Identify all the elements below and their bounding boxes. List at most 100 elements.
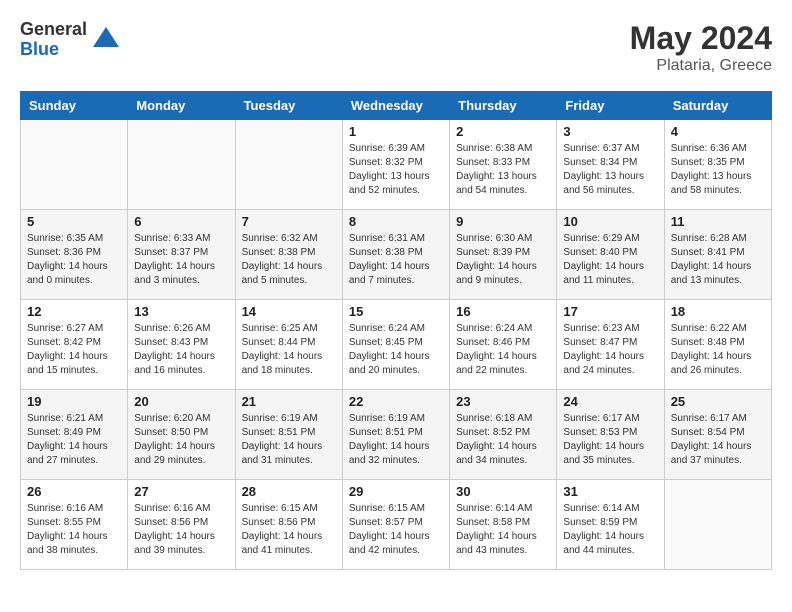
day-cell: 10 Sunrise: 6:29 AMSunset: 8:40 PMDayligh… xyxy=(557,210,664,300)
day-info: Sunrise: 6:28 AMSunset: 8:41 PMDaylight:… xyxy=(671,232,765,288)
day-header-saturday: Saturday xyxy=(664,92,771,120)
day-info: Sunrise: 6:16 AMSunset: 8:55 PMDaylight:… xyxy=(27,502,121,558)
day-info: Sunrise: 6:20 AMSunset: 8:50 PMDaylight:… xyxy=(134,412,228,468)
day-cell: 7Sunrise: 6:32 AMSunset: 8:38 PMDaylight… xyxy=(235,210,342,300)
day-info: Sunrise: 6:14 AMSunset: 8:58 PMDaylight:… xyxy=(456,502,550,558)
day-info: Sunrise: 6:31 AMSunset: 8:38 PMDaylight:… xyxy=(349,232,443,288)
day-cell: 21Sunrise: 6:19 AMSunset: 8:51 PMDayligh… xyxy=(235,390,342,480)
day-cell: 5 Sunrise: 6:35 AMSunset: 8:36 PMDaylight… xyxy=(21,210,128,300)
day-info: Sunrise: 6:19 AMSunset: 8:51 PMDaylight:… xyxy=(242,412,336,468)
day-cell: 20Sunrise: 6:20 AMSunset: 8:50 PMDayligh… xyxy=(128,390,235,480)
day-info: Sunrise: 6:36 AMSunset: 8:35 PMDaylight:… xyxy=(671,142,765,198)
day-number: 15 xyxy=(349,304,443,319)
day-number: 6 xyxy=(134,214,228,229)
day-info: Sunrise: 6:27 AMSunset: 8:42 PMDaylight:… xyxy=(27,322,121,378)
day-number: 25 xyxy=(671,394,765,409)
logo-icon xyxy=(91,25,121,55)
day-info: Sunrise: 6:21 AMSunset: 8:49 PMDaylight:… xyxy=(27,412,121,468)
day-info: Sunrise: 6:18 AMSunset: 8:52 PMDaylight:… xyxy=(456,412,550,468)
day-cell: 14Sunrise: 6:25 AMSunset: 8:44 PMDayligh… xyxy=(235,300,342,390)
day-cell: 27 Sunrise: 6:16 AMSunset: 8:56 PMDayligh… xyxy=(128,480,235,570)
day-info: Sunrise: 6:32 AMSunset: 8:38 PMDaylight:… xyxy=(242,232,336,288)
day-number: 23 xyxy=(456,394,550,409)
day-cell xyxy=(664,480,771,570)
day-header-sunday: Sunday xyxy=(21,92,128,120)
day-cell: 24 Sunrise: 6:17 AMSunset: 8:53 PMDayligh… xyxy=(557,390,664,480)
day-cell: 29Sunrise: 6:15 AMSunset: 8:57 PMDayligh… xyxy=(342,480,449,570)
day-number: 2 xyxy=(456,124,550,139)
day-info: Sunrise: 6:24 AMSunset: 8:45 PMDaylight:… xyxy=(349,322,443,378)
day-number: 16 xyxy=(456,304,550,319)
day-number: 8 xyxy=(349,214,443,229)
day-info: Sunrise: 6:29 AMSunset: 8:40 PMDaylight:… xyxy=(563,232,657,288)
day-info: Sunrise: 6:30 AMSunset: 8:39 PMDaylight:… xyxy=(456,232,550,288)
day-cell: 30 Sunrise: 6:14 AMSunset: 8:58 PMDayligh… xyxy=(450,480,557,570)
day-number: 24 xyxy=(563,394,657,409)
week-row-2: 5 Sunrise: 6:35 AMSunset: 8:36 PMDaylight… xyxy=(21,210,772,300)
day-info: Sunrise: 6:17 AMSunset: 8:53 PMDaylight:… xyxy=(563,412,657,468)
day-cell: 25 Sunrise: 6:17 AMSunset: 8:54 PMDayligh… xyxy=(664,390,771,480)
day-number: 14 xyxy=(242,304,336,319)
day-cell: 22Sunrise: 6:19 AMSunset: 8:51 PMDayligh… xyxy=(342,390,449,480)
day-info: Sunrise: 6:15 AMSunset: 8:56 PMDaylight:… xyxy=(242,502,336,558)
day-number: 30 xyxy=(456,484,550,499)
day-cell: 4 Sunrise: 6:36 AMSunset: 8:35 PMDaylight… xyxy=(664,120,771,210)
day-number: 11 xyxy=(671,214,765,229)
location: Plataria, Greece xyxy=(630,57,772,75)
day-cell xyxy=(128,120,235,210)
day-number: 12 xyxy=(27,304,121,319)
day-header-friday: Friday xyxy=(557,92,664,120)
day-number: 5 xyxy=(27,214,121,229)
day-cell xyxy=(235,120,342,210)
day-cell: 28 Sunrise: 6:15 AMSunset: 8:56 PMDayligh… xyxy=(235,480,342,570)
day-info: Sunrise: 6:19 AMSunset: 8:51 PMDaylight:… xyxy=(349,412,443,468)
day-cell: 11 Sunrise: 6:28 AMSunset: 8:41 PMDayligh… xyxy=(664,210,771,300)
day-header-tuesday: Tuesday xyxy=(235,92,342,120)
day-number: 3 xyxy=(563,124,657,139)
day-number: 19 xyxy=(27,394,121,409)
day-number: 4 xyxy=(671,124,765,139)
day-number: 10 xyxy=(563,214,657,229)
day-info: Sunrise: 6:35 AMSunset: 8:36 PMDaylight:… xyxy=(27,232,121,288)
logo-blue: Blue xyxy=(20,40,87,60)
day-info: Sunrise: 6:33 AMSunset: 8:37 PMDaylight:… xyxy=(134,232,228,288)
day-info: Sunrise: 6:16 AMSunset: 8:56 PMDaylight:… xyxy=(134,502,228,558)
day-cell: 15 Sunrise: 6:24 AMSunset: 8:45 PMDayligh… xyxy=(342,300,449,390)
week-row-1: 1Sunrise: 6:39 AMSunset: 8:32 PMDaylight… xyxy=(21,120,772,210)
day-number: 17 xyxy=(563,304,657,319)
month-year: May 2024 xyxy=(630,20,772,57)
day-number: 29 xyxy=(349,484,443,499)
day-cell: 12 Sunrise: 6:27 AMSunset: 8:42 PMDayligh… xyxy=(21,300,128,390)
day-cell: 2 Sunrise: 6:38 AMSunset: 8:33 PMDaylight… xyxy=(450,120,557,210)
logo-general: General xyxy=(20,20,87,40)
day-info: Sunrise: 6:23 AMSunset: 8:47 PMDaylight:… xyxy=(563,322,657,378)
calendar-table: SundayMondayTuesdayWednesdayThursdayFrid… xyxy=(20,91,772,570)
day-info: Sunrise: 6:26 AMSunset: 8:43 PMDaylight:… xyxy=(134,322,228,378)
day-number: 31 xyxy=(563,484,657,499)
week-row-3: 12 Sunrise: 6:27 AMSunset: 8:42 PMDayligh… xyxy=(21,300,772,390)
logo: General Blue xyxy=(20,20,121,60)
day-info: Sunrise: 6:39 AMSunset: 8:32 PMDaylight:… xyxy=(349,142,443,198)
day-number: 9 xyxy=(456,214,550,229)
day-cell: 13 Sunrise: 6:26 AMSunset: 8:43 PMDayligh… xyxy=(128,300,235,390)
day-cell: 18 Sunrise: 6:22 AMSunset: 8:48 PMDayligh… xyxy=(664,300,771,390)
day-info: Sunrise: 6:24 AMSunset: 8:46 PMDaylight:… xyxy=(456,322,550,378)
page-header: General Blue May 2024 Plataria, Greece xyxy=(20,20,772,75)
day-info: Sunrise: 6:22 AMSunset: 8:48 PMDaylight:… xyxy=(671,322,765,378)
day-number: 27 xyxy=(134,484,228,499)
day-number: 18 xyxy=(671,304,765,319)
day-cell: 17 Sunrise: 6:23 AMSunset: 8:47 PMDayligh… xyxy=(557,300,664,390)
day-cell: 3Sunrise: 6:37 AMSunset: 8:34 PMDaylight… xyxy=(557,120,664,210)
day-cell: 1Sunrise: 6:39 AMSunset: 8:32 PMDaylight… xyxy=(342,120,449,210)
day-cell: 8 Sunrise: 6:31 AMSunset: 8:38 PMDaylight… xyxy=(342,210,449,300)
day-info: Sunrise: 6:38 AMSunset: 8:33 PMDaylight:… xyxy=(456,142,550,198)
day-header-thursday: Thursday xyxy=(450,92,557,120)
week-row-5: 26 Sunrise: 6:16 AMSunset: 8:55 PMDayligh… xyxy=(21,480,772,570)
day-number: 28 xyxy=(242,484,336,499)
day-number: 13 xyxy=(134,304,228,319)
day-cell: 6 Sunrise: 6:33 AMSunset: 8:37 PMDaylight… xyxy=(128,210,235,300)
day-number: 26 xyxy=(27,484,121,499)
day-header-wednesday: Wednesday xyxy=(342,92,449,120)
day-info: Sunrise: 6:17 AMSunset: 8:54 PMDaylight:… xyxy=(671,412,765,468)
week-row-4: 19 Sunrise: 6:21 AMSunset: 8:49 PMDayligh… xyxy=(21,390,772,480)
